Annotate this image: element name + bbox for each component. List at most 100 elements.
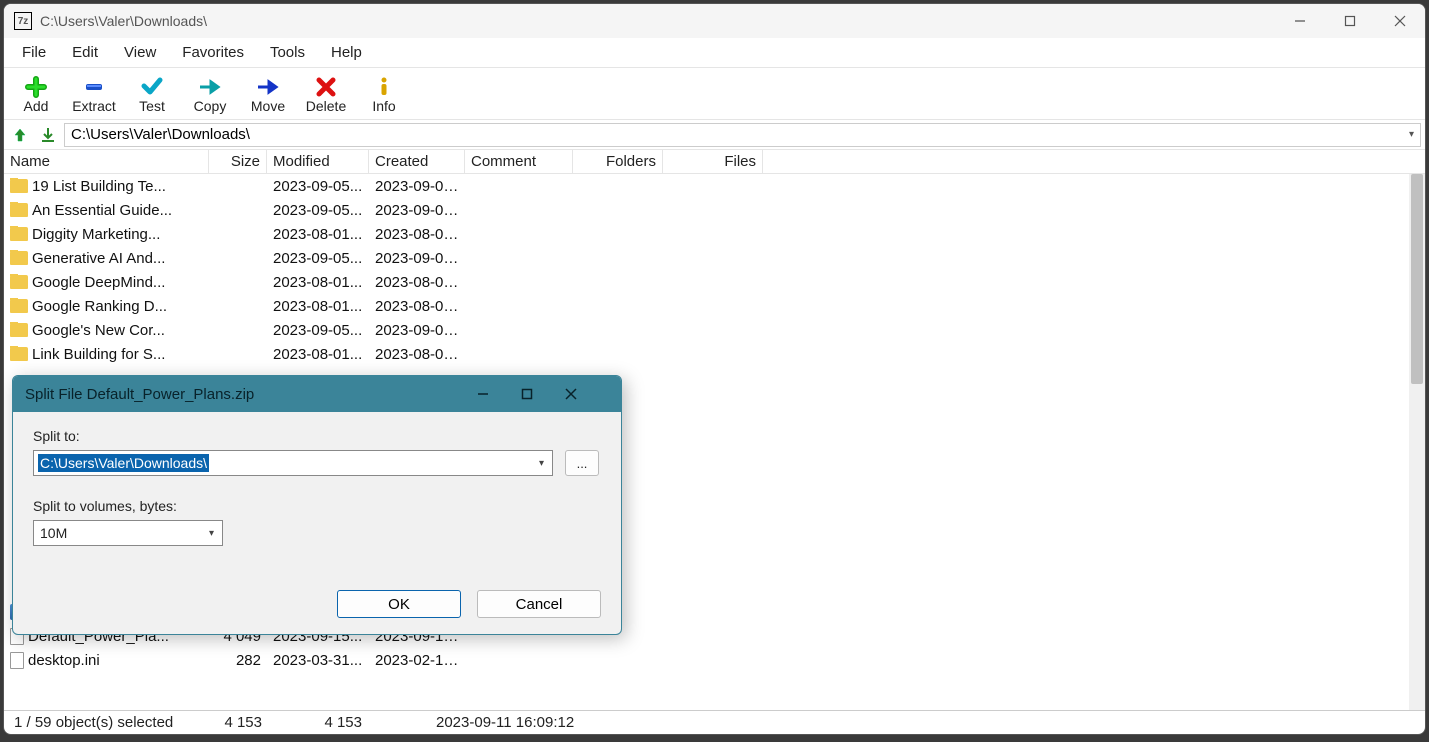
folder-icon	[10, 323, 28, 337]
close-button[interactable]	[1375, 4, 1425, 38]
col-files[interactable]: Files	[663, 150, 763, 173]
up-button[interactable]	[8, 123, 32, 147]
menu-favorites[interactable]: Favorites	[170, 40, 256, 65]
ok-button[interactable]: OK	[337, 590, 461, 618]
delete-x-icon	[315, 76, 337, 98]
dialog-body: Split to: C:\Users\Valer\Downloads\ ▾ ..…	[13, 412, 621, 590]
toolbar-move-label: Move	[251, 98, 285, 114]
table-row[interactable]: Google's New Cor...2023-09-05...2023-09-…	[4, 318, 1409, 342]
row-modified: 2023-03-31...	[267, 652, 369, 669]
file-icon	[10, 652, 24, 669]
row-modified: 2023-08-01...	[267, 346, 369, 363]
menu-file[interactable]: File	[10, 40, 58, 65]
toolbar: Add Extract Test Copy Move	[4, 68, 1425, 120]
table-row[interactable]: Link Building for S...2023-08-01...2023-…	[4, 342, 1409, 366]
volumes-input[interactable]: 10M ▾	[33, 520, 223, 546]
col-comment[interactable]: Comment	[465, 150, 573, 173]
col-modified[interactable]: Modified	[267, 150, 369, 173]
dialog-minimize[interactable]	[477, 388, 521, 400]
col-size[interactable]: Size	[209, 150, 267, 173]
row-name: Link Building for S...	[32, 346, 165, 363]
row-created: 2023-09-05...	[369, 178, 465, 195]
copy-arrow-icon	[198, 76, 222, 98]
table-row[interactable]: Google Ranking D... 2023-08-01...2023-08-…	[4, 294, 1409, 318]
minimize-button[interactable]	[1275, 4, 1325, 38]
scrollbar[interactable]	[1409, 174, 1425, 710]
toolbar-extract-label: Extract	[72, 98, 116, 114]
dialog-close[interactable]	[565, 388, 609, 400]
row-created: 2023-08-01...	[369, 274, 465, 291]
cancel-button[interactable]: Cancel	[477, 590, 601, 618]
split-to-input[interactable]: C:\Users\Valer\Downloads\ ▾	[33, 450, 553, 476]
toolbar-info[interactable]: Info	[356, 71, 412, 119]
info-icon	[373, 76, 395, 98]
table-row[interactable]: desktop.ini 2822023-03-31...2023-02-12...	[4, 648, 1409, 672]
row-created: 2023-09-05...	[369, 250, 465, 267]
table-row[interactable]: 19 List Building Te... 2023-09-05...2023-…	[4, 174, 1409, 198]
toolbar-copy[interactable]: Copy	[182, 71, 238, 119]
row-modified: 2023-09-05...	[267, 250, 369, 267]
dialog-title: Split File Default_Power_Plans.zip	[25, 386, 477, 403]
row-name: Google Ranking D...	[32, 298, 167, 315]
browse-button[interactable]: ...	[565, 450, 599, 476]
row-name: 19 List Building Te...	[32, 178, 166, 195]
dialog-maximize[interactable]	[521, 388, 565, 400]
row-name: Google's New Cor...	[32, 322, 165, 339]
address-value: C:\Users\Valer\Downloads\	[71, 126, 250, 143]
toolbar-extract[interactable]: Extract	[66, 71, 122, 119]
move-arrow-icon	[256, 76, 280, 98]
toolbar-add[interactable]: Add	[8, 71, 64, 119]
row-created: 2023-08-01...	[369, 298, 465, 315]
chevron-down-icon: ▾	[1409, 129, 1414, 140]
scroll-thumb[interactable]	[1411, 174, 1423, 384]
row-modified: 2023-08-01...	[267, 274, 369, 291]
menu-help[interactable]: Help	[319, 40, 374, 65]
volumes-value: 10M	[38, 524, 69, 542]
addressbar: C:\Users\Valer\Downloads\ ▾	[4, 120, 1425, 150]
row-size: 282	[209, 652, 267, 669]
toolbar-move[interactable]: Move	[240, 71, 296, 119]
folder-icon	[10, 227, 28, 241]
split-dialog: Split File Default_Power_Plans.zip Split…	[12, 375, 622, 635]
col-created[interactable]: Created	[369, 150, 465, 173]
check-icon	[141, 76, 163, 98]
toolbar-test[interactable]: Test	[124, 71, 180, 119]
toolbar-test-label: Test	[139, 98, 165, 114]
toolbar-delete[interactable]: Delete	[298, 71, 354, 119]
row-name: An Essential Guide...	[32, 202, 172, 219]
row-modified: 2023-09-05...	[267, 178, 369, 195]
table-row[interactable]: An Essential Guide...2023-09-05...2023-0…	[4, 198, 1409, 222]
col-name[interactable]: Name	[4, 150, 209, 173]
dialog-buttons: OK Cancel	[13, 590, 621, 634]
folder-icon	[10, 251, 28, 265]
row-modified: 2023-09-05...	[267, 322, 369, 339]
toolbar-delete-label: Delete	[306, 98, 346, 114]
maximize-button[interactable]	[1325, 4, 1375, 38]
toolbar-info-label: Info	[372, 98, 395, 114]
folder-icon	[10, 275, 28, 289]
address-input[interactable]: C:\Users\Valer\Downloads\ ▾	[64, 123, 1421, 147]
window-title: C:\Users\Valer\Downloads\	[40, 13, 1275, 29]
chevron-down-icon: ▾	[209, 528, 218, 539]
menu-view[interactable]: View	[112, 40, 168, 65]
folder-icon	[10, 203, 28, 217]
menubar: File Edit View Favorites Tools Help	[4, 38, 1425, 68]
row-name: desktop.ini	[28, 652, 100, 669]
plus-icon	[25, 76, 47, 98]
dialog-titlebar[interactable]: Split File Default_Power_Plans.zip	[13, 376, 621, 412]
table-row[interactable]: Generative AI And...2023-09-05...2023-09…	[4, 246, 1409, 270]
toolbar-copy-label: Copy	[194, 98, 227, 114]
volumes-label: Split to volumes, bytes:	[33, 498, 601, 514]
status-date: 2023-09-11 16:09:12	[430, 714, 580, 731]
folder-icon	[10, 179, 28, 193]
status-total: 4 153	[268, 714, 368, 731]
table-row[interactable]: Diggity Marketing...2023-08-01...2023-08…	[4, 222, 1409, 246]
row-modified: 2023-08-01...	[267, 298, 369, 315]
col-folders[interactable]: Folders	[573, 150, 663, 173]
minus-icon	[83, 76, 105, 98]
menu-edit[interactable]: Edit	[60, 40, 110, 65]
download-arrow-icon[interactable]	[36, 123, 60, 147]
row-created: 2023-02-12...	[369, 652, 465, 669]
menu-tools[interactable]: Tools	[258, 40, 317, 65]
table-row[interactable]: Google DeepMind...2023-08-01...2023-08-0…	[4, 270, 1409, 294]
